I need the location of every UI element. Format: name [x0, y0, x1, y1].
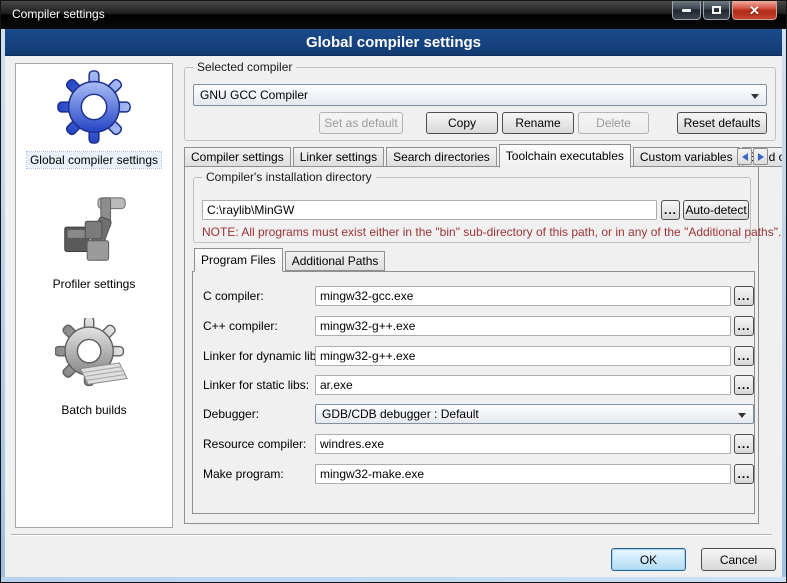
tab-scroll-left-button[interactable] — [737, 148, 752, 165]
window-frame-left — [1, 29, 5, 582]
arrow-left-icon — [742, 153, 748, 161]
settings-sidebar: Global compiler settings Profiler settin… — [15, 63, 173, 528]
ok-button[interactable]: OK — [611, 548, 686, 571]
window-frame-bottom — [1, 577, 786, 582]
dialog-header: Global compiler settings — [2, 29, 785, 56]
page-title: Global compiler settings — [306, 34, 481, 51]
resource-compiler-browse-button[interactable]: ... — [734, 434, 754, 454]
titlebar[interactable]: Compiler settings ✕ — [1, 1, 786, 29]
reset-defaults-button[interactable]: Reset defaults — [677, 112, 767, 134]
cpp-compiler-browse-button[interactable]: ... — [734, 316, 754, 336]
c-compiler-label: C compiler: — [203, 289, 264, 303]
minimize-button[interactable] — [672, 1, 701, 20]
sidebar-item-label: Profiler settings — [50, 276, 139, 292]
installation-note: NOTE: All programs must exist either in … — [202, 225, 787, 239]
c-compiler-input[interactable] — [315, 286, 731, 306]
static-linker-input[interactable] — [315, 375, 731, 395]
programs-subtabbar: Program Files Additional Paths — [194, 248, 387, 271]
sidebar-item-batch-builds[interactable]: Batch builds — [55, 318, 133, 418]
maximize-button[interactable] — [703, 1, 730, 20]
settings-tabbar: Compiler settings Linker settings Search… — [184, 143, 729, 167]
delete-button[interactable]: Delete — [578, 112, 649, 134]
cpp-compiler-input[interactable] — [315, 316, 731, 336]
selected-compiler-dropdown[interactable]: GNU GCC Compiler — [193, 84, 767, 106]
resource-compiler-input[interactable] — [315, 434, 731, 454]
installation-path-input[interactable] — [202, 200, 657, 220]
subtab-program-files[interactable]: Program Files — [194, 248, 283, 272]
minimize-icon — [682, 9, 691, 12]
cpp-compiler-label: C++ compiler: — [203, 319, 278, 333]
debugger-label: Debugger: — [203, 407, 259, 421]
copy-button[interactable]: Copy — [426, 112, 498, 134]
browse-directory-button[interactable]: ... — [661, 200, 680, 220]
tab-compiler-settings[interactable]: Compiler settings — [184, 147, 291, 167]
selected-compiler-group-label: Selected compiler — [193, 60, 296, 74]
set-as-default-button[interactable]: Set as default — [319, 112, 403, 134]
rename-button[interactable]: Rename — [502, 112, 574, 134]
debugger-dropdown[interactable]: GDB/CDB debugger : Default — [315, 404, 754, 424]
make-program-label: Make program: — [203, 467, 284, 481]
subtab-additional-paths[interactable]: Additional Paths — [285, 251, 386, 271]
chevron-down-icon — [751, 94, 759, 99]
dynamic-linker-browse-button[interactable]: ... — [734, 346, 754, 366]
make-program-input[interactable] — [315, 464, 731, 484]
sidebar-item-label: Batch builds — [58, 402, 129, 418]
close-button[interactable]: ✕ — [732, 1, 777, 20]
tab-custom-variables[interactable]: Custom variables — [633, 147, 740, 167]
program-files-panel: C compiler: ... C++ compiler: ... Linker… — [192, 271, 755, 514]
make-program-browse-button[interactable]: ... — [734, 464, 754, 484]
window-title: Compiler settings — [12, 7, 105, 21]
sidebar-item-global-compiler-settings[interactable]: Global compiler settings — [27, 68, 161, 168]
window-frame-right — [782, 29, 786, 582]
auto-detect-button[interactable]: Auto-detect — [683, 200, 749, 220]
maximize-icon — [712, 6, 721, 14]
close-icon: ✕ — [749, 4, 760, 17]
selected-compiler-value: GNU GCC Compiler — [200, 88, 308, 102]
installation-directory-group-label: Compiler's installation directory — [202, 170, 376, 184]
debugger-value: GDB/CDB debugger : Default — [322, 407, 479, 421]
cancel-button[interactable]: Cancel — [701, 548, 776, 571]
sidebar-item-label: Global compiler settings — [27, 152, 161, 168]
tab-toolchain-executables[interactable]: Toolchain executables — [499, 144, 631, 168]
compiler-settings-dialog: Compiler settings ✕ Global compiler sett… — [0, 0, 787, 583]
footer-divider — [11, 534, 772, 536]
arrow-right-icon — [758, 153, 764, 161]
chevron-down-icon — [738, 413, 746, 418]
dynamic-linker-input[interactable] — [315, 346, 731, 366]
toolchain-executables-panel: Compiler's installation directory ... Au… — [184, 166, 759, 524]
tab-linker-settings[interactable]: Linker settings — [293, 147, 384, 167]
resource-compiler-label: Resource compiler: — [203, 437, 306, 451]
tab-search-directories[interactable]: Search directories — [386, 147, 497, 167]
dynamic-linker-label: Linker for dynamic libs: — [203, 349, 326, 363]
sidebar-item-profiler-settings[interactable]: Profiler settings — [50, 192, 139, 292]
blue-gear-icon — [55, 68, 133, 146]
gray-gear-stack-icon — [55, 318, 133, 396]
tab-scroll-right-button[interactable] — [753, 148, 768, 165]
profiler-caliper-icon — [55, 192, 133, 270]
static-linker-label: Linker for static libs: — [203, 378, 309, 392]
c-compiler-browse-button[interactable]: ... — [734, 286, 754, 306]
static-linker-browse-button[interactable]: ... — [734, 375, 754, 395]
